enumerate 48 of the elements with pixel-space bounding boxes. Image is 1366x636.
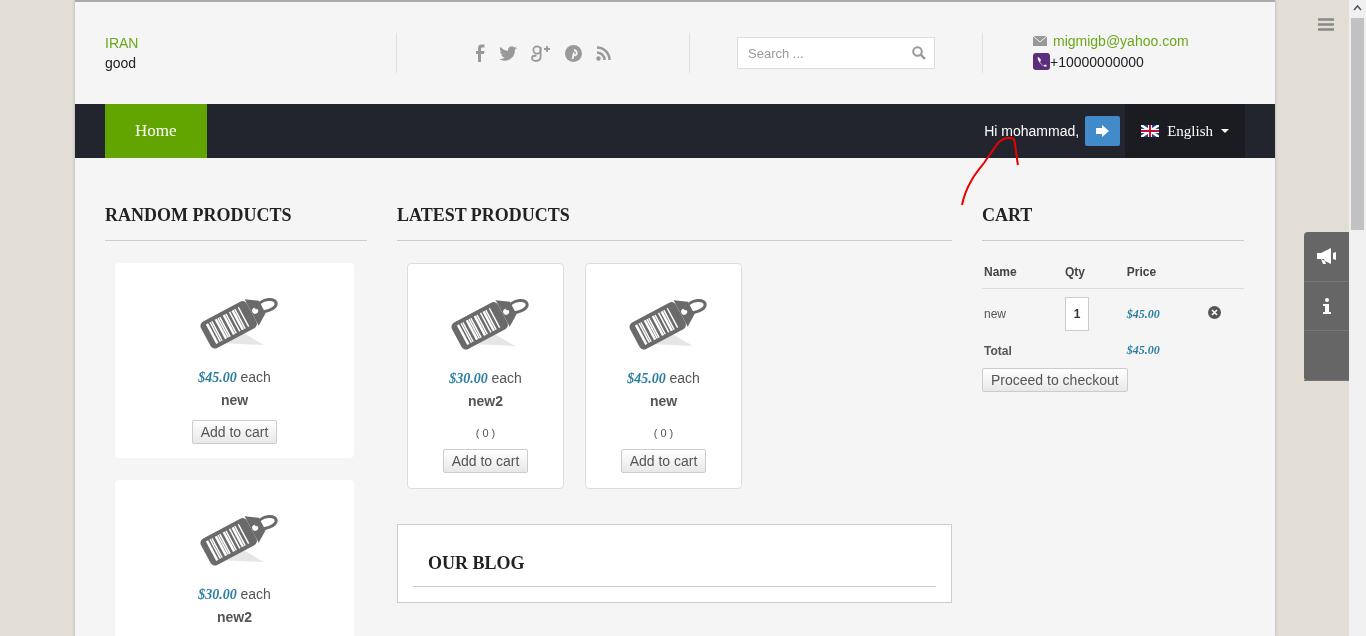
checkout-button[interactable]: Proceed to checkout (982, 368, 1128, 392)
column-header: Name (982, 259, 1063, 289)
product-name: new2 (217, 609, 252, 625)
facebook-icon[interactable] (475, 44, 485, 62)
rss-icon[interactable] (596, 45, 611, 61)
add-to-cart-button[interactable]: Add to cart (191, 420, 278, 444)
phone-number: +10000000000 (1050, 53, 1144, 70)
info-icon (1322, 298, 1331, 314)
sign-out-icon (1095, 125, 1110, 137)
tagline-text: good (105, 55, 137, 71)
cart-cell: new (982, 288, 1063, 335)
section-heading: CART (982, 193, 1244, 241)
greeting-text: Hi mohammad, (984, 123, 1080, 139)
quantity-field[interactable]: 1 (1065, 297, 1089, 331)
pinterest-icon[interactable] (565, 44, 582, 62)
search-icon[interactable] (912, 46, 926, 60)
logout-button[interactable] (1085, 116, 1121, 146)
add-to-cart-button[interactable]: Add to cart (442, 449, 529, 473)
rating-count: ( 0 ) (475, 427, 496, 439)
menu-icon[interactable] (1318, 18, 1334, 31)
search-field[interactable]: Search ... (737, 37, 935, 69)
price-text: $45.00 each (627, 370, 700, 387)
column-header: Qty (1063, 259, 1125, 289)
section-heading: OUR BLOG (413, 541, 936, 587)
phone-icon (1033, 53, 1050, 70)
location-text: IRAN (105, 35, 139, 51)
caret-icon (1221, 129, 1229, 133)
envelope-icon (1033, 36, 1047, 46)
flag-icon (1141, 125, 1160, 137)
section-heading: RANDOM PRODUCTS (105, 193, 367, 241)
product-name: new (220, 392, 249, 408)
google-plus-icon[interactable] (531, 44, 551, 62)
price-text: $30.00 each (198, 586, 271, 603)
rating-count: ( 0 ) (653, 427, 674, 439)
price-text: $30.00 each (449, 370, 522, 387)
product-name: new2 (468, 393, 503, 409)
product-name: new (649, 393, 678, 409)
price-text: $45.00 each (198, 369, 271, 386)
language-dropdown[interactable]: English (1125, 104, 1245, 158)
remove-icon[interactable] (1208, 306, 1222, 319)
twitter-icon[interactable] (499, 45, 517, 61)
cart-cell: $45.00 (1124, 288, 1207, 335)
total-label: Total (983, 342, 1013, 360)
megaphone-icon (1316, 248, 1337, 265)
column-header: Price (1124, 259, 1207, 289)
total-value: $45.00 (1125, 342, 1161, 359)
add-to-cart-button[interactable]: Add to cart (620, 449, 707, 473)
section-heading: LATEST PRODUCTS (397, 193, 952, 241)
